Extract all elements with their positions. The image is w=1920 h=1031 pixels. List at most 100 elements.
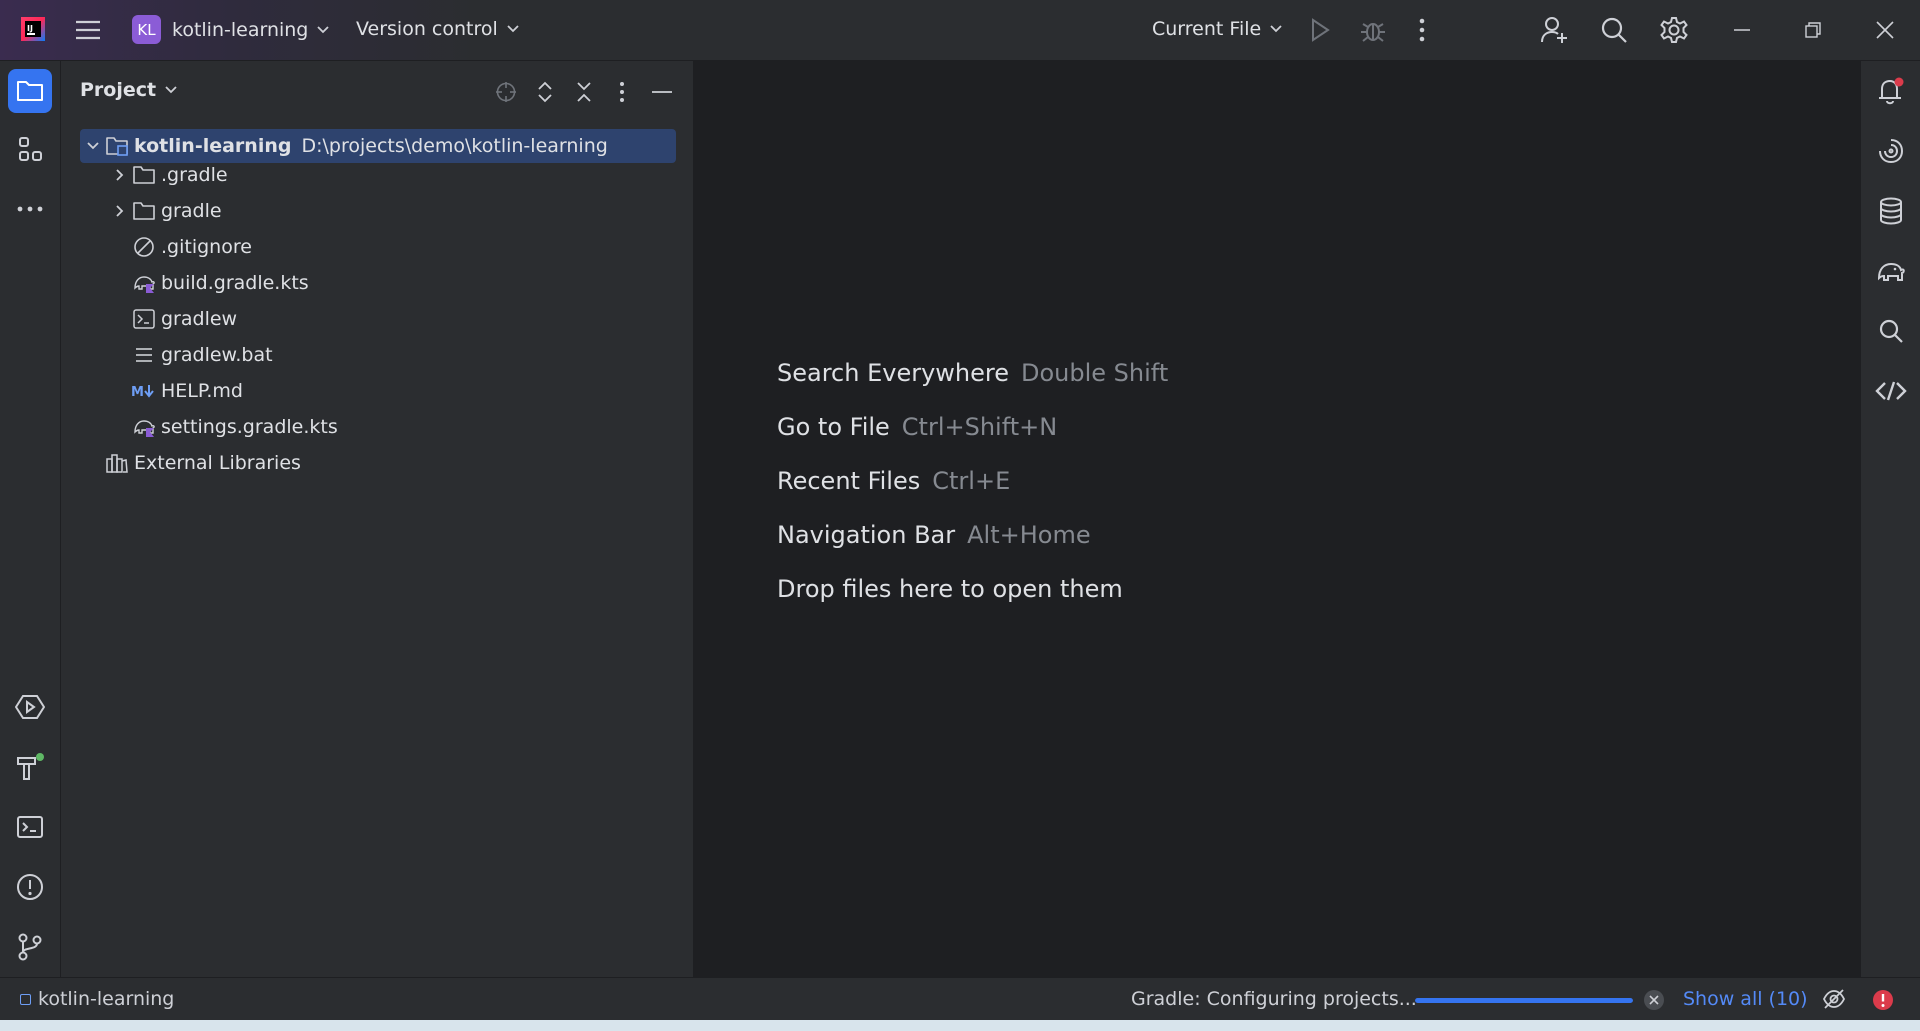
restore-icon[interactable] — [1805, 22, 1821, 38]
tree-row-file-gradlew[interactable]: gradlew — [80, 302, 676, 336]
error-indicator-icon[interactable] — [1872, 989, 1894, 1011]
tree-label: External Libraries — [134, 452, 301, 474]
cancel-task-icon[interactable] — [1643, 989, 1665, 1011]
problems-icon[interactable] — [8, 865, 52, 909]
run-config-label: Current File — [1152, 18, 1262, 40]
notifications-icon[interactable] — [1873, 73, 1909, 109]
tree-label: build.gradle.kts — [161, 272, 309, 294]
power-save-icon[interactable] — [1822, 988, 1846, 1010]
tree-row-file-settings-gradle-kts[interactable]: settings.gradle.kts — [80, 410, 676, 444]
terminal-icon[interactable] — [8, 805, 52, 849]
show-all-label: Show all (10) — [1683, 988, 1808, 1010]
tree-label: HELP.md — [161, 380, 243, 402]
chevron-down-icon[interactable] — [82, 141, 104, 151]
folder-icon — [131, 199, 157, 223]
task-text: Gradle: Configuring projects... — [1131, 988, 1417, 1010]
hint-recent-files: Recent Files Ctrl+E — [777, 467, 1010, 495]
os-taskbar-edge — [0, 1020, 1920, 1031]
tree-label: kotlin-learning — [134, 135, 292, 157]
hint-action: Search Everywhere — [777, 359, 1009, 387]
tree-row-file-help-md[interactable]: M HELP.md — [80, 374, 676, 408]
show-all-tasks-link[interactable]: Show all (10) — [1683, 988, 1808, 1010]
gradle-kotlin-icon — [131, 271, 157, 295]
chevron-right-icon[interactable] — [109, 205, 131, 217]
project-name: kotlin-learning — [172, 18, 309, 41]
git-branch-icon[interactable] — [8, 925, 52, 969]
panel-title: Project — [80, 79, 157, 101]
text-file-icon — [131, 343, 157, 367]
hint-action: Recent Files — [777, 467, 921, 495]
project-view-selector[interactable]: Project — [80, 79, 178, 101]
tree-row-file-build-gradle-kts[interactable]: build.gradle.kts — [80, 266, 676, 300]
run-configuration-selector[interactable]: Current File — [1152, 18, 1283, 40]
tree-row-external-libraries[interactable]: External Libraries — [80, 446, 676, 480]
tree-label: settings.gradle.kts — [161, 416, 338, 438]
svg-text:M: M — [131, 385, 144, 400]
run-icon[interactable] — [1309, 17, 1331, 43]
project-selector[interactable]: KL kotlin-learning — [132, 15, 330, 44]
expand-all-icon[interactable] — [532, 79, 558, 105]
module-square-icon — [20, 993, 31, 1005]
more-vertical-icon[interactable] — [1416, 17, 1428, 43]
project-badge: KL — [132, 15, 161, 44]
intellij-logo-icon[interactable]: IJ — [18, 14, 48, 44]
structure-icon[interactable] — [8, 127, 52, 171]
project-folder-icon[interactable] — [8, 69, 52, 113]
search-icon[interactable] — [1873, 313, 1909, 349]
chevron-down-icon — [1269, 24, 1283, 34]
hint-navigation-bar: Navigation Bar Alt+Home — [777, 521, 1091, 549]
shell-script-icon — [131, 307, 157, 331]
chevron-right-icon[interactable] — [109, 169, 131, 181]
tree-row-folder-dot-gradle[interactable]: .gradle — [80, 158, 676, 192]
hint-shortcut: Ctrl+E — [932, 467, 1011, 495]
version-control-label: Version control — [356, 18, 498, 40]
hint-action: Go to File — [777, 413, 890, 441]
status-project-name: kotlin-learning — [38, 988, 175, 1010]
gradle-elephant-icon[interactable] — [1873, 253, 1909, 289]
debug-icon[interactable] — [1359, 16, 1387, 44]
tree-label: .gitignore — [161, 236, 252, 258]
hamburger-menu-icon[interactable] — [74, 17, 102, 43]
ignore-file-icon — [131, 235, 157, 259]
services-icon[interactable] — [8, 685, 52, 729]
tree-row-file-gradlew-bat[interactable]: gradlew.bat — [80, 338, 676, 372]
gradle-kotlin-icon — [131, 415, 157, 439]
ai-assistant-icon[interactable] — [1873, 133, 1909, 169]
code-with-me-icon[interactable] — [1873, 373, 1909, 409]
tree-row-file-gitignore[interactable]: .gitignore — [80, 230, 676, 264]
title-bar: IJ KL kotlin-learning Version control Cu… — [0, 0, 1920, 61]
hide-icon[interactable] — [649, 79, 675, 105]
tree-label: gradlew.bat — [161, 344, 273, 366]
close-icon[interactable] — [1876, 21, 1894, 39]
settings-gear-icon[interactable] — [1660, 16, 1688, 44]
options-icon[interactable] — [609, 79, 635, 105]
tree-label: .gradle — [161, 164, 228, 186]
editor-empty-area[interactable]: Search Everywhere Double Shift Go to File… — [695, 61, 1860, 977]
hint-search-everywhere: Search Everywhere Double Shift — [777, 359, 1168, 387]
hint-shortcut: Alt+Home — [967, 521, 1091, 549]
collapse-all-icon[interactable] — [571, 79, 597, 105]
build-icon[interactable] — [8, 745, 52, 789]
status-project-breadcrumb[interactable]: kotlin-learning — [20, 988, 174, 1010]
hint-shortcut: Ctrl+Shift+N — [901, 413, 1058, 441]
more-horizontal-icon[interactable] — [8, 187, 52, 231]
module-folder-icon — [104, 134, 130, 158]
locate-icon[interactable] — [493, 79, 519, 105]
tree-row-folder-gradle[interactable]: gradle — [80, 194, 676, 228]
hint-action: Navigation Bar — [777, 521, 956, 549]
tree-path: D:\projects\demo\kotlin-learning — [301, 135, 608, 157]
status-bar: kotlin-learning Gradle: Configuring proj… — [0, 977, 1920, 1020]
project-tool-window: Project kotlin-learning D:\projects\demo… — [61, 61, 694, 977]
libraries-icon — [104, 451, 130, 475]
add-user-icon[interactable] — [1540, 15, 1570, 45]
version-control-menu[interactable]: Version control — [356, 18, 520, 40]
hint-drop-files: Drop files here to open them — [777, 575, 1123, 603]
tree-label: gradle — [161, 200, 222, 222]
minimize-icon[interactable] — [1734, 28, 1750, 32]
hint-shortcut: Double Shift — [1021, 359, 1169, 387]
background-task-label[interactable]: Gradle: Configuring projects... — [1131, 988, 1417, 1010]
folder-icon — [131, 163, 157, 187]
hint-go-to-file: Go to File Ctrl+Shift+N — [777, 413, 1057, 441]
search-icon[interactable] — [1600, 16, 1628, 44]
database-icon[interactable] — [1873, 193, 1909, 229]
